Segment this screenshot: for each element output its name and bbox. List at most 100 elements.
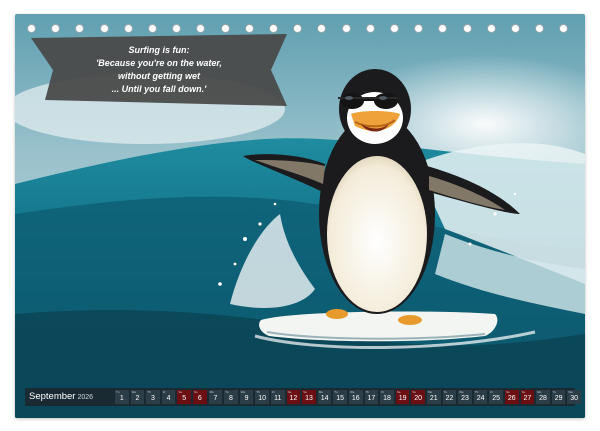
binding-ring [341,24,351,33]
binding-ring [75,24,85,33]
quote-line: without getting wet [118,71,200,81]
day-number: 13 [305,395,313,402]
weekday-label: Su [412,390,417,394]
day-cell: Su 13 [302,390,316,404]
day-cell: Sa 12 [286,390,301,404]
day-number: 15 [336,395,345,402]
day-number: 23 [461,395,469,402]
day-number: 10 [258,395,267,402]
day-number: 29 [554,395,563,402]
day-number: 24 [476,395,485,402]
day-cell: Tu 1 [115,390,129,404]
weekday-label: Fr [490,390,494,394]
day-cell: We 2 [130,390,145,404]
binding-ring [269,24,278,33]
binding-ring [27,24,36,33]
quote-banner: Surfing is fun: 'Because you're on the w… [31,34,287,106]
weekday-label: Su [521,390,526,394]
day-number: 20 [414,395,423,402]
day-cell: Fr 4 [161,390,176,404]
month-name: September [29,391,76,402]
day-cell: Mo 7 [208,390,223,404]
day-number: 27 [523,395,532,402]
day-number: 5 [182,395,187,402]
day-number: 19 [398,395,407,402]
day-cell: Tu 15 [333,390,347,404]
weekday-label: We [568,390,573,394]
day-cell: We 16 [349,390,363,404]
day-cell: Fr 18 [380,390,394,404]
day-number: 17 [367,395,376,402]
quote-line: Surfing is fun: [128,45,190,55]
weekday-label: Fr [381,390,385,394]
day-number: 11 [274,395,282,402]
weekday-label: Su [194,390,198,394]
day-cell: Su 27 [520,390,535,404]
binding-ring [293,24,303,33]
year-label: 2026 [77,394,94,401]
weekday-label: Mo [537,390,542,394]
weekday-label: We [350,390,355,394]
day-cell: Tu 22 [442,390,457,404]
binding-ring [244,24,254,33]
day-cell: Mo 14 [317,390,332,404]
binding-ring [220,24,230,33]
day-number: 18 [383,395,391,402]
day-cell: Su 20 [411,390,425,404]
weekday-label: Sa [178,390,183,394]
binding-ring [486,24,496,33]
binding-ring [172,24,182,33]
day-cell: Sa 19 [395,390,410,404]
day-cell: We 9 [239,390,254,404]
weekday-label: We [240,390,246,394]
day-number: 25 [492,395,501,402]
calendar-page: Surfing is fun: 'Because you're on the w… [15,14,585,418]
day-number: 1 [119,395,124,402]
binding-ring [390,24,399,33]
day-number: 8 [229,395,233,402]
day-cell: Sa 5 [177,390,191,404]
weekday-label: Su [303,390,307,394]
weekday-label: Tu [552,390,557,394]
weekday-label: Tu [334,390,338,394]
day-number: 22 [445,395,454,402]
day-cell: Th 24 [473,390,488,404]
weekday-label: Sa [396,390,401,394]
binding-ring [196,24,206,33]
day-number: 3 [151,395,155,402]
binding-ring [148,24,157,33]
day-cell: We 30 [567,390,581,404]
day-cell: Th 3 [146,390,160,404]
day-number: 7 [213,395,218,402]
day-cell: Mo 21 [427,390,441,404]
day-number: 21 [429,395,438,402]
binding-ring [438,24,448,33]
day-cell: Fr 25 [489,390,503,404]
weekday-label: Th [147,390,151,394]
day-cell: Th 10 [255,390,269,404]
weekday-label: Fr [272,390,275,394]
weekday-label: Mo [209,390,214,394]
binding-ring [365,24,375,33]
quote-text: Surfing is fun: 'Because you're on the w… [31,44,287,104]
binding-ring [511,24,520,33]
weekday-label: Tu [225,390,229,394]
day-number: 30 [570,395,579,402]
weekday-label: We [131,390,137,394]
day-cell: Tu 29 [551,390,566,404]
day-cell: Sa 26 [505,390,519,404]
weekday-label: Th [256,390,260,394]
binding-ring [51,24,61,33]
day-cell: Su 6 [193,390,207,404]
day-number: 12 [289,395,298,402]
day-number: 16 [351,395,360,402]
weekday-label: Mo [318,390,323,394]
day-cell: Tu 8 [224,390,238,404]
day-cell: Th 17 [364,390,379,404]
weekday-label: Sa [287,390,292,394]
binding-ring [414,24,424,33]
day-number: 2 [135,395,140,402]
weekday-label: Fr [162,390,166,394]
weekday-label: Mo [428,390,433,394]
day-cell: Fr 11 [271,390,285,404]
